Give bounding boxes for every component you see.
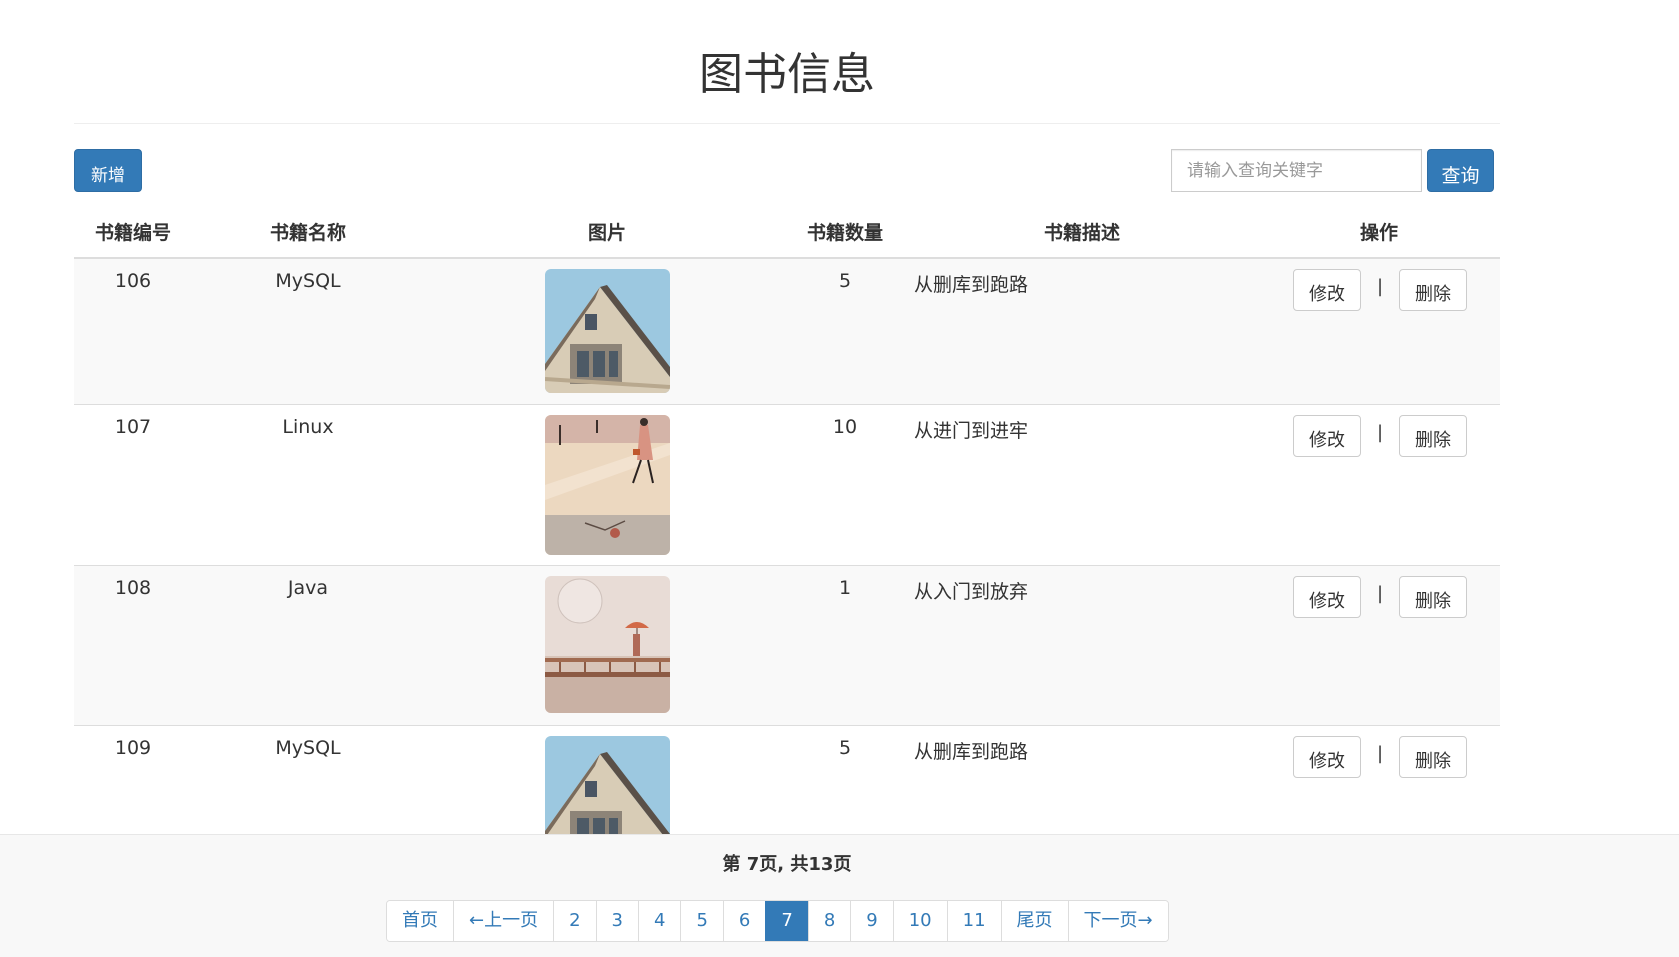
page-link-10[interactable]: 10 [892, 901, 947, 941]
book-name: MySQL [275, 270, 341, 292]
book-table: 书籍编号 书籍名称 图片 书籍数量 书籍描述 操作 106 MySQL 5 从删… [74, 210, 1500, 872]
page-link-7-current[interactable]: 7 [765, 901, 808, 941]
page-title: 图书信息 [699, 49, 875, 100]
page-info: 第 7页, 共13页 [722, 854, 852, 875]
page-link-11[interactable]: 11 [946, 901, 1001, 941]
book-desc: 从入门到放弃 [914, 581, 1029, 603]
edit-button[interactable]: 修改 [1293, 415, 1361, 457]
prev-page-link[interactable]: ←上一页 [453, 901, 554, 941]
book-id: 106 [114, 270, 152, 292]
column-header-actions: 操作 [1359, 222, 1399, 244]
delete-button[interactable]: 删除 [1399, 576, 1467, 618]
delete-button[interactable]: 删除 [1399, 269, 1467, 311]
book-id: 107 [114, 416, 152, 438]
book-id: 108 [114, 577, 152, 599]
column-header-count: 书籍数量 [806, 222, 884, 244]
page-link-8[interactable]: 8 [807, 901, 851, 941]
delete-button[interactable]: 删除 [1399, 736, 1467, 778]
book-count: 5 [838, 270, 852, 292]
action-separator: | [1377, 422, 1384, 443]
search-input[interactable] [1171, 149, 1422, 192]
page-header: 图书信息 [74, 40, 1500, 124]
page-link-3[interactable]: 3 [595, 901, 638, 941]
book-name: Java [287, 577, 329, 599]
edit-button[interactable]: 修改 [1293, 736, 1361, 778]
edit-button[interactable]: 修改 [1293, 269, 1361, 311]
next-page-link[interactable]: 下一页→ [1067, 901, 1168, 941]
book-desc: 从删库到跑路 [914, 274, 1029, 296]
action-separator: | [1377, 583, 1384, 604]
book-count: 10 [832, 416, 858, 438]
house-illustration [545, 269, 670, 393]
column-header-name: 书籍名称 [269, 222, 347, 244]
bridge-umbrella-illustration [545, 576, 670, 713]
walking-woman-illustration [545, 415, 670, 555]
book-image [545, 415, 670, 555]
pagination: 首页 ←上一页 2 3 4 5 6 7 8 9 10 11 尾页 下一页→ [386, 900, 1169, 942]
column-header-id: 书籍编号 [94, 222, 172, 244]
book-count: 1 [838, 577, 852, 599]
add-book-button[interactable]: 新增 [74, 149, 142, 192]
last-page-link[interactable]: 尾页 [1000, 901, 1068, 941]
page-link-2[interactable]: 2 [553, 901, 596, 941]
column-header-image: 图片 [587, 222, 627, 244]
page-link-4[interactable]: 4 [638, 901, 681, 941]
column-header-desc: 书籍描述 [1043, 222, 1121, 244]
edit-button[interactable]: 修改 [1293, 576, 1361, 618]
book-desc: 从进门到进牢 [914, 420, 1029, 442]
search-button[interactable]: 查询 [1427, 149, 1494, 192]
table-row: 107 Linux 10 从进门到进牢 修改 | 删除 [74, 405, 1500, 566]
action-separator: | [1377, 743, 1384, 764]
page: 图书信息 新增 查询 书籍编号 书籍名称 图片 书籍数量 书籍描述 操作 106… [0, 0, 1679, 957]
book-name: Linux [282, 416, 334, 438]
page-link-5[interactable]: 5 [680, 901, 723, 941]
table-header: 书籍编号 书籍名称 图片 书籍数量 书籍描述 操作 [74, 210, 1500, 259]
book-image [545, 576, 670, 713]
book-id: 109 [114, 737, 152, 759]
book-desc: 从删库到跑路 [914, 741, 1029, 763]
delete-button[interactable]: 删除 [1399, 415, 1467, 457]
action-separator: | [1377, 276, 1384, 297]
book-count: 5 [838, 737, 852, 759]
pagination-footer: 第 7页, 共13页 首页 ←上一页 2 3 4 5 6 7 8 9 10 11… [0, 834, 1679, 957]
table-row: 106 MySQL 5 从删库到跑路 修改 | 删除 [74, 259, 1500, 405]
table-row: 108 Java 1 从入门到放弃 修改 | 删除 [74, 566, 1500, 726]
book-image [545, 269, 670, 393]
book-name: MySQL [275, 737, 341, 759]
first-page-link[interactable]: 首页 [387, 901, 453, 941]
page-link-9[interactable]: 9 [850, 901, 893, 941]
page-link-6[interactable]: 6 [722, 901, 766, 941]
